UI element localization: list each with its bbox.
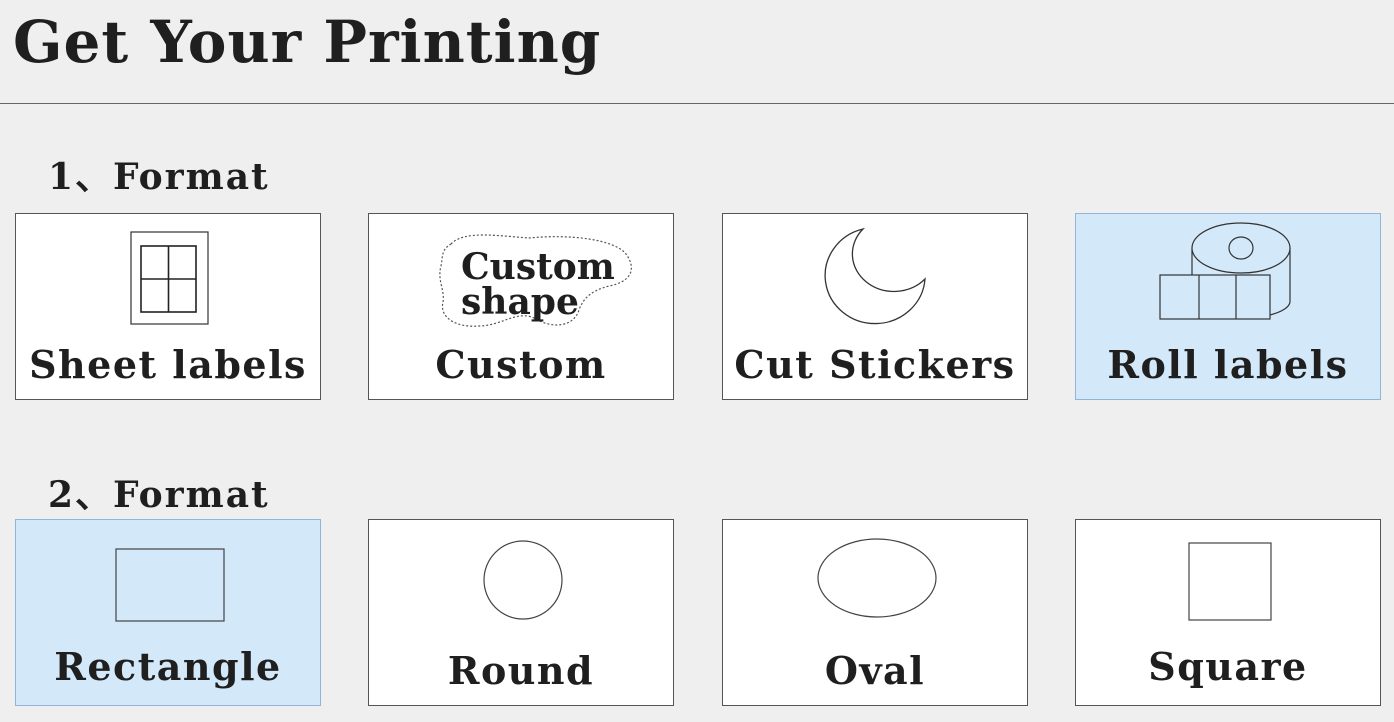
option-label: Round [447,648,595,693]
custom-shape-text-line2: shape [461,281,579,323]
title-divider [0,103,1394,104]
page-title: Get Your Printing [13,8,602,76]
option-sheet-labels[interactable]: Sheet labels [15,213,321,400]
option-label: Rectangle [54,644,282,689]
option-label: Oval [824,648,926,693]
option-cut-stickers[interactable]: Cut Stickers [722,213,1028,400]
option-label: Cut Stickers [734,342,1016,387]
option-square[interactable]: Square [1075,519,1381,706]
option-round[interactable]: Round [368,519,674,706]
option-label: Sheet labels [29,342,307,387]
option-roll-labels[interactable]: Roll labels [1075,213,1381,400]
section-2-label: 2、Format [48,474,270,516]
option-label: Custom [435,342,607,387]
option-label: Roll labels [1107,342,1349,387]
option-custom[interactable]: Custom shape Custom [368,213,674,400]
option-rectangle[interactable]: Rectangle [15,519,321,706]
section-1-label: 1、Format [48,156,270,198]
option-oval[interactable]: Oval [722,519,1028,706]
page: Get Your Printing 1、Format Sheet labels … [0,0,1394,722]
option-label: Square [1148,644,1308,689]
